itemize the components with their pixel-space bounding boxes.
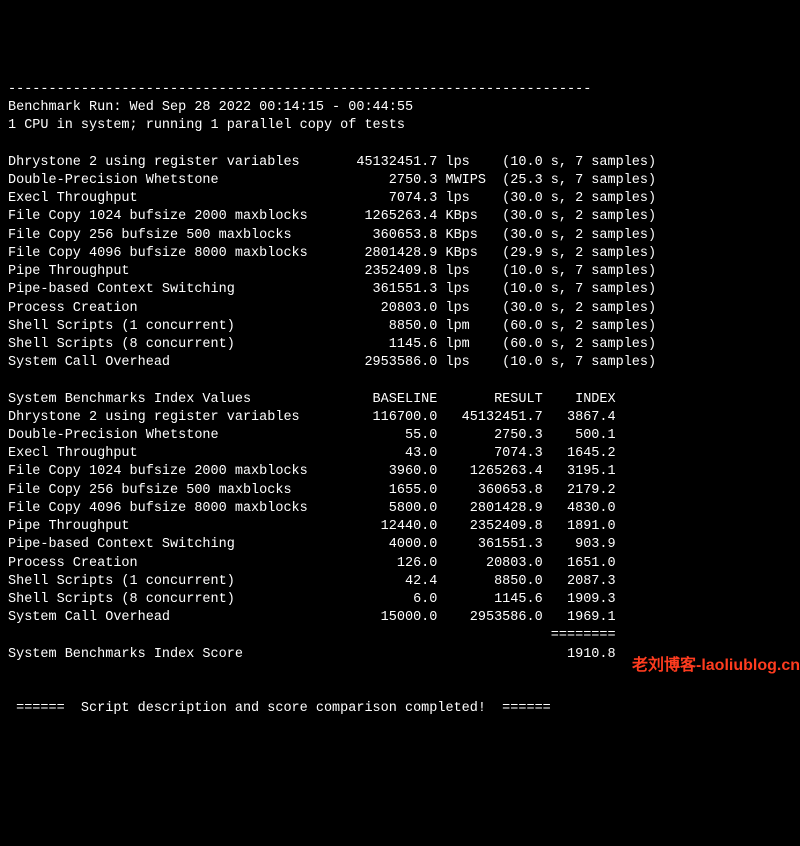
terminal-output: ----------------------------------------… — [8, 81, 792, 719]
